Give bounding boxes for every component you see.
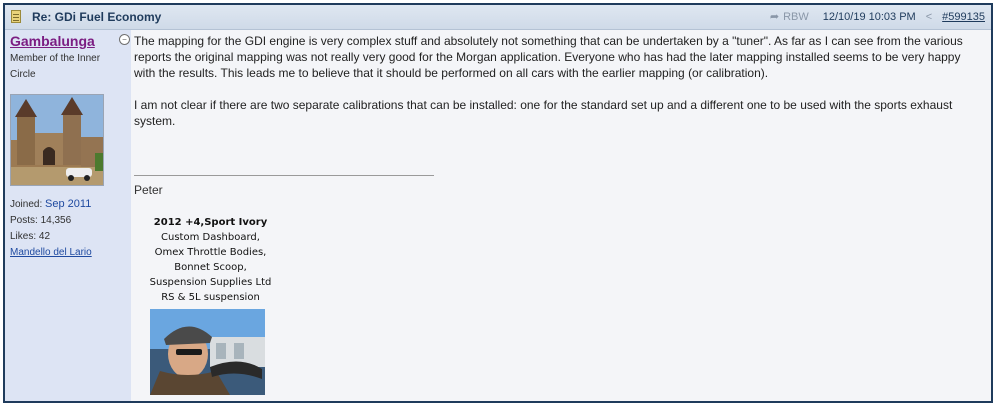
post-frame: Re: GDi Fuel Economy ➦ RBW 12/10/19 10:0… [3,3,993,403]
post-header: Re: GDi Fuel Economy ➦ RBW 12/10/19 10:0… [5,5,991,30]
user-stats: Joined: Sep 2011 Posts: 14,356 Likes: 42… [10,196,92,261]
signature-line: RS & 5L suspension [161,292,260,303]
post-paragraph: The mapping for the GDI engine is very c… [134,34,963,80]
signature-driver-image [150,309,265,395]
reply-arrow-icon: ➦ [769,11,780,23]
user-sidebar: Gambalunga Member of the Inner Circle Jo… [5,30,131,401]
avatar-castle-image [11,95,103,185]
post-title[interactable]: Re: GDi Fuel Economy [32,10,161,24]
share-icon[interactable]: < [926,11,932,23]
post-body: The mapping for the GDI engine is very c… [134,33,979,145]
likes-label: Likes: [10,231,37,242]
reply-to-user[interactable]: RBW [783,11,809,23]
location-link[interactable]: Mandello del Lario [10,247,92,258]
offline-status-icon: − [119,34,130,45]
signature-divider [134,175,434,176]
user-rank: Member of the Inner Circle [10,53,101,80]
signature-line: Custom Dashboard, [161,232,260,243]
username-link[interactable]: Gambalunga [10,33,95,49]
signature-line: Bonnet Scoop, [174,262,247,273]
post-paragraph: I am not clear if there are two separate… [134,98,953,128]
post-content: − The mapping for the GDI engine is very… [119,30,991,401]
signature-line: Omex Throttle Bodies, [154,247,267,258]
post-meta: ➦ RBW 12/10/19 10:03 PM < #599135 [769,10,985,24]
likes-value: 42 [38,231,51,242]
signature-line: Suspension Supplies Ltd [149,277,272,288]
topic-icon [11,10,21,23]
joined-label: Joined: [10,199,43,210]
joined-value: Sep 2011 [45,198,92,210]
avatar[interactable] [10,94,104,186]
signature-block: 2012 +4,Sport Ivory Custom Dashboard, Om… [138,215,283,305]
post-number-link[interactable]: #599135 [942,11,985,23]
signature-photo [150,309,265,395]
posts-label: Posts: [10,215,38,226]
signature-car: 2012 +4,Sport Ivory [153,217,268,228]
signature-name: Peter [134,183,163,197]
posts-value: 14,356 [40,215,72,226]
post-datetime: 12/10/19 10:03 PM [822,10,916,23]
